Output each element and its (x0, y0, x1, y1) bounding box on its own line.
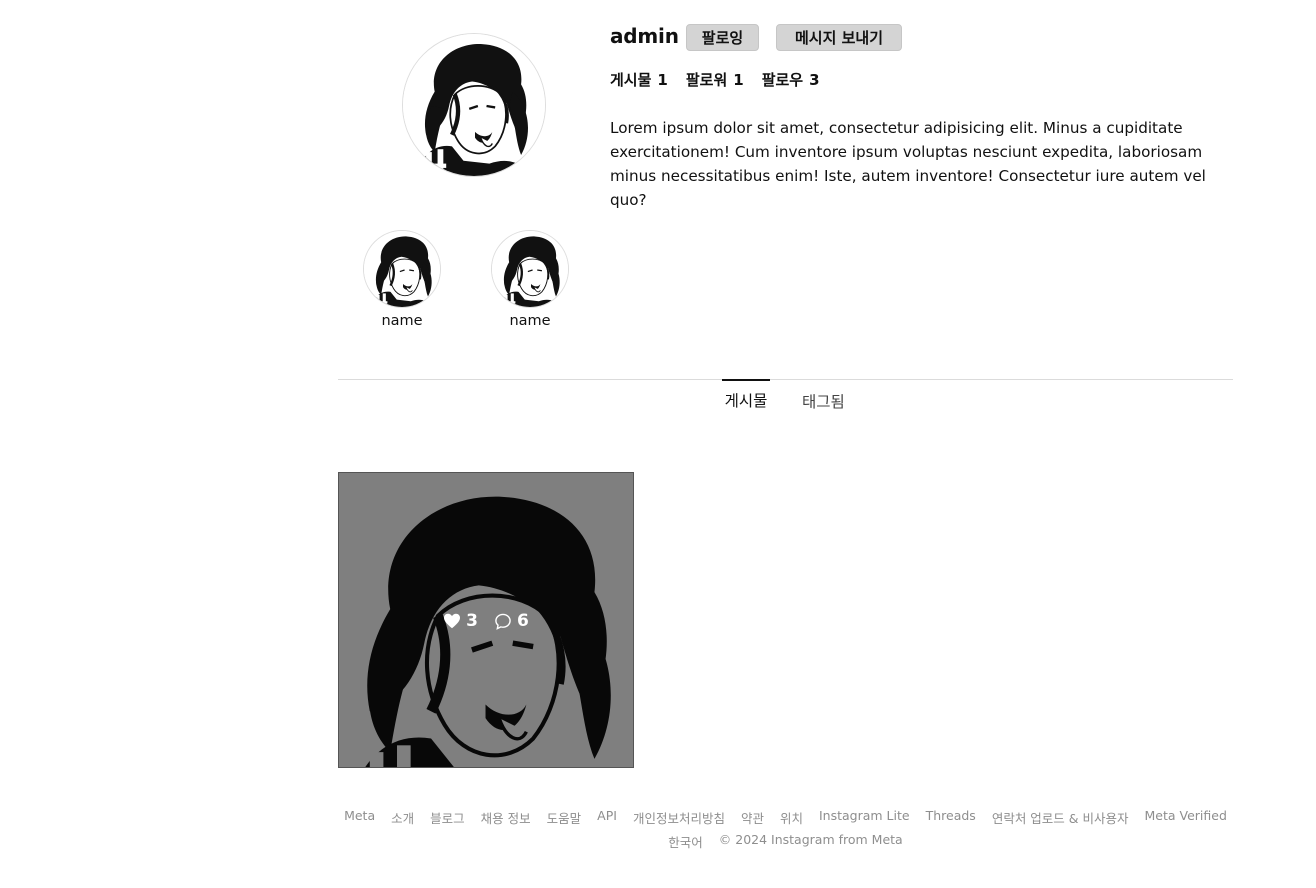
tabs-divider (338, 379, 1233, 380)
footer-link-api[interactable]: API (597, 808, 617, 827)
highlight-avatar (363, 230, 441, 308)
highlight-label: name (381, 313, 423, 329)
profile-username: admin (610, 24, 679, 48)
highlight-avatar (491, 230, 569, 308)
copyright: © 2024 Instagram from Meta (718, 832, 903, 847)
stat-followers-value: 1 (733, 71, 744, 89)
post-stats: 3 6 (339, 611, 633, 631)
tab-posts[interactable]: 게시물 (722, 379, 770, 419)
stat-followers-label: 팔로워 (685, 71, 728, 89)
footer-link-locations[interactable]: 위치 (780, 808, 803, 827)
footer-link-help[interactable]: 도움말 (547, 808, 582, 827)
stat-following-label: 팔로우 (761, 71, 804, 89)
post-comments: 6 (494, 611, 529, 631)
profile-bio: Lorem ipsum dolor sit amet, consectetur … (610, 119, 1206, 209)
stat-following-value: 3 (809, 71, 820, 89)
footer-link-instagram-lite[interactable]: Instagram Lite (819, 808, 910, 827)
footer-link-privacy[interactable]: 개인정보처리방침 (633, 808, 725, 827)
tab-tagged[interactable]: 태그됨 (802, 381, 845, 421)
footer-link-contact-upload[interactable]: 연락처 업로드 & 비사용자 (992, 808, 1129, 827)
profile-avatar[interactable] (402, 33, 546, 177)
post-likes-count: 3 (466, 611, 478, 631)
language-selector[interactable]: 한국어 (668, 832, 703, 851)
heart-icon (444, 613, 461, 629)
profile-avatar-image (403, 34, 546, 177)
stat-following[interactable]: 팔로우 3 (762, 69, 820, 90)
stat-posts: 게시물 1 (610, 69, 668, 90)
profile-stats: 게시물 1 팔로워 1 팔로우 3 (610, 69, 820, 90)
stat-followers[interactable]: 팔로워 1 (686, 69, 744, 90)
stat-posts-value: 1 (657, 71, 668, 89)
send-message-button[interactable]: 메시지 보내기 (776, 24, 902, 51)
footer-link-terms[interactable]: 약관 (741, 808, 764, 827)
post-thumbnail[interactable]: 3 6 (338, 472, 634, 768)
footer-link-about[interactable]: 소개 (391, 808, 414, 827)
footer-link-meta-verified[interactable]: Meta Verified (1145, 808, 1227, 827)
following-button[interactable]: 팔로잉 (686, 24, 759, 51)
highlight-item[interactable]: name (490, 230, 570, 329)
footer-links: Meta 소개 블로그 채용 정보 도움말 API 개인정보처리방침 약관 위치… (338, 808, 1233, 827)
footer-link-threads[interactable]: Threads (926, 808, 976, 827)
footer-link-meta[interactable]: Meta (344, 808, 375, 827)
highlight-label: name (509, 313, 551, 329)
footer-bottom: 한국어 © 2024 Instagram from Meta (338, 832, 1233, 851)
stat-posts-label: 게시물 (610, 71, 652, 89)
footer-link-jobs[interactable]: 채용 정보 (481, 808, 531, 827)
post-likes: 3 (443, 611, 478, 631)
post-comments-count: 6 (517, 611, 529, 631)
comment-icon (495, 613, 511, 630)
highlight-item[interactable]: name (362, 230, 442, 329)
footer-link-blog[interactable]: 블로그 (430, 808, 465, 827)
